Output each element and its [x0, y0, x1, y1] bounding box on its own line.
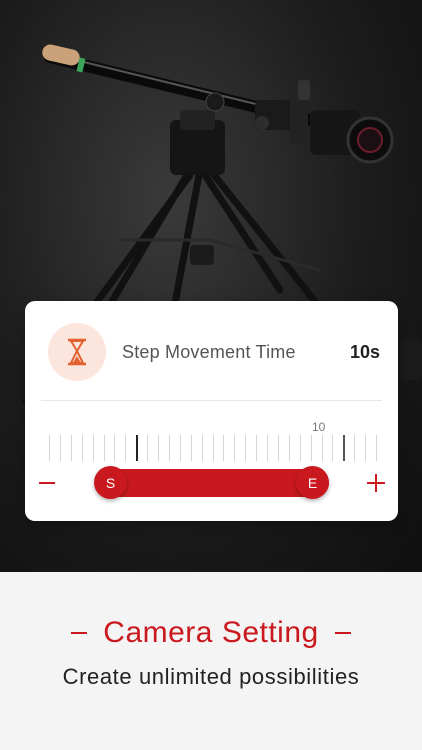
start-handle[interactable]: S	[94, 466, 127, 499]
scale-tick	[49, 435, 50, 461]
scale-tick	[59, 435, 61, 461]
scale-tick	[92, 435, 94, 461]
scale-tick	[365, 435, 367, 461]
title-dash-right	[334, 632, 351, 634]
feature-title: Camera Setting	[103, 616, 319, 649]
scale-tick	[343, 435, 346, 461]
scale-tick	[70, 435, 72, 461]
scale-tick	[190, 435, 192, 461]
divider	[41, 400, 382, 401]
scale-tick	[376, 435, 377, 461]
feature-caption: Camera Setting Create unlimited possibil…	[0, 572, 422, 750]
scale-tick	[114, 435, 116, 461]
setting-label: Step Movement Time	[122, 342, 296, 362]
scale-tick	[212, 435, 214, 461]
title-row: Camera Setting	[0, 616, 422, 650]
scale-tick	[245, 435, 247, 461]
selected-range-bar[interactable]	[95, 469, 329, 497]
hourglass-icon	[48, 323, 106, 381]
scale-tick	[168, 435, 170, 461]
scale-tick	[136, 435, 139, 461]
scale-tick	[147, 435, 149, 461]
scale-tick	[299, 435, 301, 461]
scale-tick	[179, 435, 181, 461]
scale-tick	[158, 435, 159, 461]
scale-tick	[81, 435, 83, 461]
scale-tick	[234, 435, 236, 461]
scale-tick	[201, 435, 203, 461]
step-movement-time-card: Step Movement Time 10s 10 S E	[25, 301, 398, 521]
scale-tick	[277, 435, 279, 461]
scale-tick	[267, 435, 268, 461]
feature-subtitle: Create unlimited possibilities	[62, 664, 360, 689]
scale-tick	[354, 435, 356, 461]
scale-tick	[310, 435, 312, 461]
title-dash-left	[71, 632, 88, 634]
scale-tick	[103, 435, 105, 461]
increase-button[interactable]	[366, 471, 386, 495]
scale-tick	[223, 435, 225, 461]
scale-tick	[321, 435, 323, 461]
time-scale-ticks	[25, 435, 398, 465]
scale-tick	[288, 435, 290, 461]
decrease-button[interactable]	[38, 471, 56, 495]
end-handle[interactable]: E	[296, 466, 329, 499]
scale-max-label: 10	[312, 420, 326, 434]
scale-tick	[125, 435, 127, 461]
setting-value: 10s	[349, 342, 380, 362]
scale-tick	[332, 435, 334, 461]
scale-tick	[256, 435, 258, 461]
